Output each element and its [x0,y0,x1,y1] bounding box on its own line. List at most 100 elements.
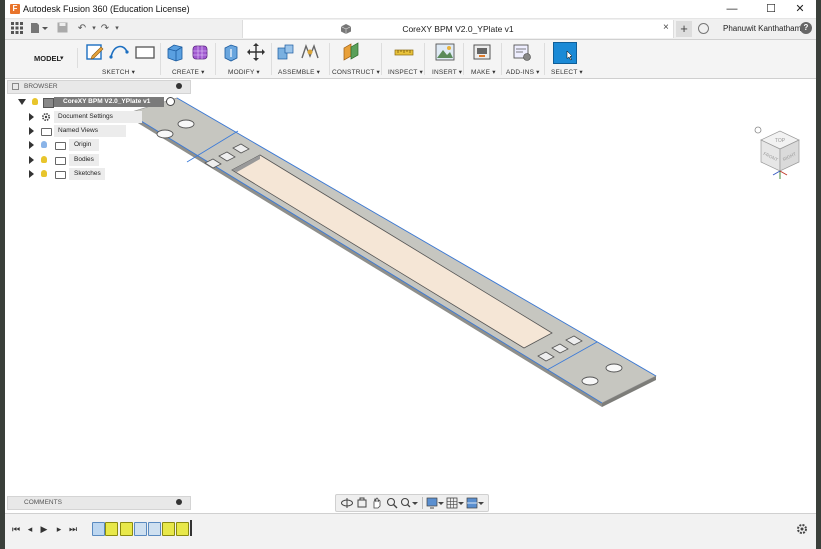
new-tab-button[interactable]: + [676,21,692,37]
make-menu[interactable]: MAKE ▾ [471,68,496,76]
expand-icon[interactable] [29,156,34,164]
folder-icon [55,142,66,150]
app-grid-icon[interactable] [10,22,24,36]
browser-panel-header[interactable]: BROWSER [7,80,191,94]
sketch-menu[interactable]: SKETCH ▾ [102,68,135,76]
fusion-window: F Autodesk Fusion 360 (Education License… [5,0,816,549]
extrude-icon[interactable] [164,42,186,62]
go-to-start-icon[interactable]: ⏮ [11,524,21,534]
panel-options-icon[interactable] [176,83,182,89]
3d-print-icon[interactable] [471,42,493,62]
play-icon[interactable]: ▶ [39,524,49,534]
divider [463,43,464,75]
measure-icon[interactable] [393,42,415,62]
timeline-feature-sketch[interactable] [92,522,105,536]
timeline-feature-extrude[interactable] [162,522,175,536]
design-canvas[interactable]: BROWSER CoreXY BPM V2.0_YPlate v1 Docume… [5,79,816,513]
assemble-menu[interactable]: ASSEMBLE ▾ [278,68,320,76]
browser-item-origin[interactable]: Origin [27,139,147,151]
viewcube[interactable]: TOP FRONT RIGHT [751,125,809,183]
visibility-bulb-icon[interactable] [32,98,38,105]
insert-menu[interactable]: INSERT ▾ [432,68,462,76]
inspect-menu[interactable]: INSPECT ▾ [388,68,423,76]
workspace-switcher[interactable]: MODEL ▾ [17,48,78,68]
arc-icon[interactable] [108,42,130,62]
folder-icon [41,128,52,136]
document-tab[interactable]: CoreXY BPM V2.0_YPlate v1 × [242,20,674,38]
timeline-feature-sketch[interactable] [148,522,161,536]
scripts-addins-icon[interactable] [511,42,533,62]
app-logo-icon: F [10,4,20,14]
expand-icon[interactable] [18,99,26,105]
expand-icon[interactable] [29,141,34,149]
offset-plane-icon[interactable] [341,42,363,62]
browser-item-bodies[interactable]: Bodies [27,154,147,166]
form-icon[interactable] [189,42,211,62]
home-view-icon[interactable] [754,126,762,134]
timeline-settings-gear-icon[interactable] [796,523,808,535]
chevron-down-icon: ▾ [60,55,64,62]
expand-icon[interactable] [29,113,34,121]
browser-item-sketches[interactable]: Sketches [27,168,147,180]
go-to-end-icon[interactable]: ⏭ [68,524,78,534]
add-comment-icon[interactable] [176,499,182,505]
job-status-icon[interactable] [698,23,709,34]
plate-side-front [128,113,602,407]
divider [329,43,330,75]
grid-settings-icon[interactable] [446,497,464,509]
create-sketch-icon[interactable] [84,42,106,62]
minimize-button[interactable]: — [718,0,746,18]
folder-icon [55,157,66,165]
insert-image-icon[interactable] [434,42,456,62]
timeline-feature-extrude[interactable] [176,522,189,536]
file-menu-icon[interactable] [30,22,48,36]
redo-dropdown-icon[interactable]: ▾ [110,22,124,36]
timeline-feature-extrude[interactable] [105,522,118,536]
browser-item-document-settings[interactable]: Document Settings [27,111,147,123]
visibility-bulb-icon[interactable] [41,141,47,148]
timeline-feature-extrude[interactable] [120,522,133,536]
comments-panel[interactable]: COMMENTS [7,496,191,510]
zoom-icon[interactable] [386,497,398,509]
activate-component-icon[interactable] [166,97,175,106]
move-icon[interactable] [245,42,267,62]
select-menu[interactable]: SELECT ▾ [551,68,583,76]
expand-icon[interactable] [29,170,34,178]
save-icon[interactable] [55,22,69,36]
close-tab-button[interactable]: × [663,22,669,33]
orbit-icon[interactable] [340,497,354,509]
create-menu[interactable]: CREATE ▾ [172,68,205,76]
user-name[interactable]: Phanuwit Kanthatham [723,24,801,33]
look-at-icon[interactable] [356,497,368,509]
timeline-marker[interactable] [190,520,192,536]
axis-x-icon [779,170,788,176]
modify-menu[interactable]: MODIFY ▾ [228,68,260,76]
axis-z-icon [772,170,781,176]
maximize-button[interactable]: ☐ [757,0,785,18]
visibility-bulb-icon[interactable] [41,170,47,177]
pan-icon[interactable] [371,497,383,509]
display-settings-icon[interactable] [426,497,444,509]
step-forward-icon[interactable]: ▸ [54,524,64,534]
help-icon[interactable]: ? [800,22,812,34]
expand-icon[interactable] [29,127,34,135]
item-label: Named Views [58,127,98,134]
browser-item-named-views[interactable]: Named Views [27,125,147,137]
joint-icon[interactable] [299,42,321,62]
addins-menu[interactable]: ADD-INS ▾ [506,68,540,76]
zoom-window-icon[interactable] [400,497,418,509]
divider [422,497,423,509]
press-pull-icon[interactable] [220,42,242,62]
visibility-bulb-icon[interactable] [41,156,47,163]
new-component-icon[interactable] [275,42,297,62]
collapse-panel-icon[interactable] [12,83,19,90]
select-icon[interactable] [553,42,577,64]
viewports-icon[interactable] [466,497,484,509]
close-window-button[interactable]: ✕ [786,0,814,18]
divider [215,43,216,75]
rectangle-icon[interactable] [134,42,156,62]
construct-menu[interactable]: CONSTRUCT ▾ [332,68,380,76]
browser-root[interactable]: CoreXY BPM V2.0_YPlate v1 [15,97,175,108]
timeline-feature-sketch[interactable] [134,522,147,536]
step-back-icon[interactable]: ◂ [25,524,35,534]
